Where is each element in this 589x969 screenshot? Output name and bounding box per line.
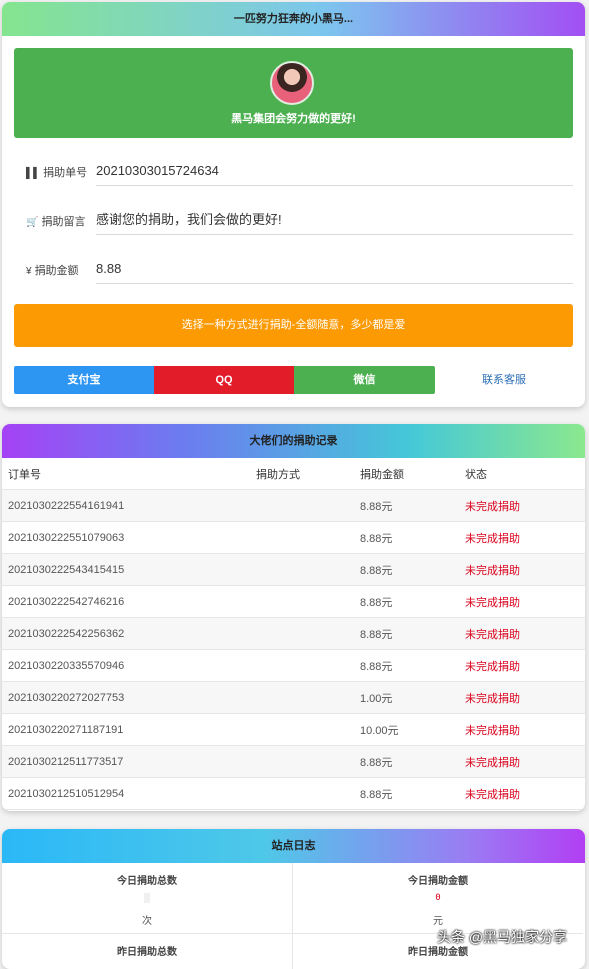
message-input[interactable]: 感谢您的捐助，我们会做的更好! [96,209,573,235]
cell-method [250,553,354,586]
cell-amount: 10.00元 [354,713,459,746]
cell-amount: 8.88元 [354,649,459,682]
cell-method [250,713,354,746]
stat-placeholder [144,893,150,903]
watermark: 头条 @黑马独家分享 [437,929,568,945]
payment-notice: 选择一种方式进行捐助-全额随意，多少都是爱 [14,304,573,347]
cell-status: 未完成捐助 [459,649,585,682]
donation-card: 一匹努力狂奔的小黑马... 黑马集团会努力做的更好! ▌▌ 捐助单号 202103… [2,2,585,407]
table-row: 2021030212510512954 8.88元 未完成捐助 [2,777,585,810]
table-row: 2021030220272027753 1.00元 未完成捐助 [2,681,585,714]
stat-title: 昨日捐助总数 [117,947,177,958]
cell-amount: 8.88元 [354,617,459,650]
barcode-icon: ▌▌ [26,168,41,179]
message-label: 捐助留言 [41,216,86,228]
contact-support-link[interactable]: 联系客服 [435,366,573,394]
cell-amount: 8.88元 [354,585,459,618]
cell-order: 2021030222542746216 [2,585,250,618]
cell-status: 未完成捐助 [459,553,585,586]
column-amount: 捐助金额 [354,458,459,490]
cell-amount: 8.88元 [354,489,459,522]
cell-order: 2021030220272027753 [2,681,250,714]
cell-status: 未完成捐助 [459,681,585,714]
today-amount-stat: 今日捐助金额 0 元 [293,863,583,934]
amount-label: 捐助金额 [34,265,79,277]
cart-icon: 🛒 [26,217,39,228]
yesterday-count-stat: 昨日捐助总数 [2,934,293,969]
table-row: 2021030212511773517 8.88元 未完成捐助 [2,745,585,778]
stat-unit: 元 [433,916,443,927]
order-number-input[interactable]: 20210303015724634 [96,160,573,186]
table-row: 2021030222551079063 8.88元 未完成捐助 [2,521,585,554]
cell-amount: 8.88元 [354,745,459,778]
cell-status: 未完成捐助 [459,585,585,618]
column-method: 捐助方式 [250,458,354,490]
records-card-header: 大佬们的捐助记录 [2,424,585,458]
table-row: 2021030220335570946 8.88元 未完成捐助 [2,649,585,682]
records-table: 订单号 捐助方式 捐助金额 状态 2021030222554161941 8.88… [2,458,585,810]
cell-method [250,521,354,554]
table-row: 2021030222554161941 8.88元 未完成捐助 [2,489,585,522]
stat-title: 今日捐助总数 [117,876,177,887]
alipay-button[interactable]: 支付宝 [14,366,154,394]
message-field: 🛒 捐助留言 感谢您的捐助，我们会做的更好! [26,209,573,235]
cell-order: 2021030222554161941 [2,489,250,522]
wechat-pay-button[interactable]: 微信 [294,366,435,394]
cell-order: 2021030222542256362 [2,617,250,650]
column-status: 状态 [459,458,585,490]
cell-order: 2021030212510512954 [2,777,250,810]
order-number-label: 捐助单号 [43,167,88,179]
yen-icon: ¥ [26,266,32,277]
banner: 黑马集团会努力做的更好! [14,48,573,138]
cell-status: 未完成捐助 [459,745,585,778]
table-row: 2021030220271187191 10.00元 未完成捐助 [2,713,585,746]
banner-text: 黑马集团会努力做的更好! [231,113,356,125]
payment-buttons: 支付宝 QQ 微信 联系客服 [14,366,573,394]
cell-order: 2021030220271187191 [2,713,250,746]
records-body: 2021030222554161941 8.88元 未完成捐助 20210302225… [2,489,585,810]
cell-order: 2021030212511773517 [2,745,250,778]
records-card: 大佬们的捐助记录 订单号 捐助方式 捐助金额 状态 20210302225541… [2,424,585,811]
stat-value: 0 [435,893,441,903]
table-row: 2021030222542746216 8.88元 未完成捐助 [2,585,585,618]
stat-title: 今日捐助金额 [408,876,468,887]
table-header-row: 订单号 捐助方式 捐助金额 状态 [2,458,585,490]
stat-unit: 次 [142,916,152,927]
table-row: 2021030222542256362 8.88元 未完成捐助 [2,617,585,650]
cell-method [250,681,354,714]
amount-field: ¥ 捐助金额 8.88 [26,258,573,284]
cell-status: 未完成捐助 [459,489,585,522]
cell-method [250,649,354,682]
cell-amount: 8.88元 [354,553,459,586]
cell-method [250,777,354,810]
cell-status: 未完成捐助 [459,521,585,554]
qq-pay-button[interactable]: QQ [154,366,294,394]
column-order: 订单号 [2,458,250,490]
cell-order: 2021030222543415415 [2,553,250,586]
today-count-stat: 今日捐助总数 次 [2,863,293,934]
site-log-card: 站点日志 今日捐助总数 次 今日捐助金额 0 元 昨日捐助总数 昨日捐助金额 [2,829,585,969]
cell-method [250,745,354,778]
amount-input[interactable]: 8.88 [96,258,573,284]
site-log-header: 站点日志 [2,829,585,863]
cell-method [250,489,354,522]
cell-order: 2021030222551079063 [2,521,250,554]
cell-status: 未完成捐助 [459,713,585,746]
cell-status: 未完成捐助 [459,777,585,810]
cell-status: 未完成捐助 [459,617,585,650]
table-row: 2021030222543415415 8.88元 未完成捐助 [2,553,585,586]
order-number-field: ▌▌ 捐助单号 20210303015724634 [26,160,573,186]
cell-order: 2021030220335570946 [2,649,250,682]
cell-amount: 8.88元 [354,521,459,554]
cell-method [250,585,354,618]
donation-card-header: 一匹努力狂奔的小黑马... [2,2,585,36]
cell-amount: 1.00元 [354,681,459,714]
avatar [270,61,314,105]
cell-method [250,617,354,650]
cell-amount: 8.88元 [354,777,459,810]
